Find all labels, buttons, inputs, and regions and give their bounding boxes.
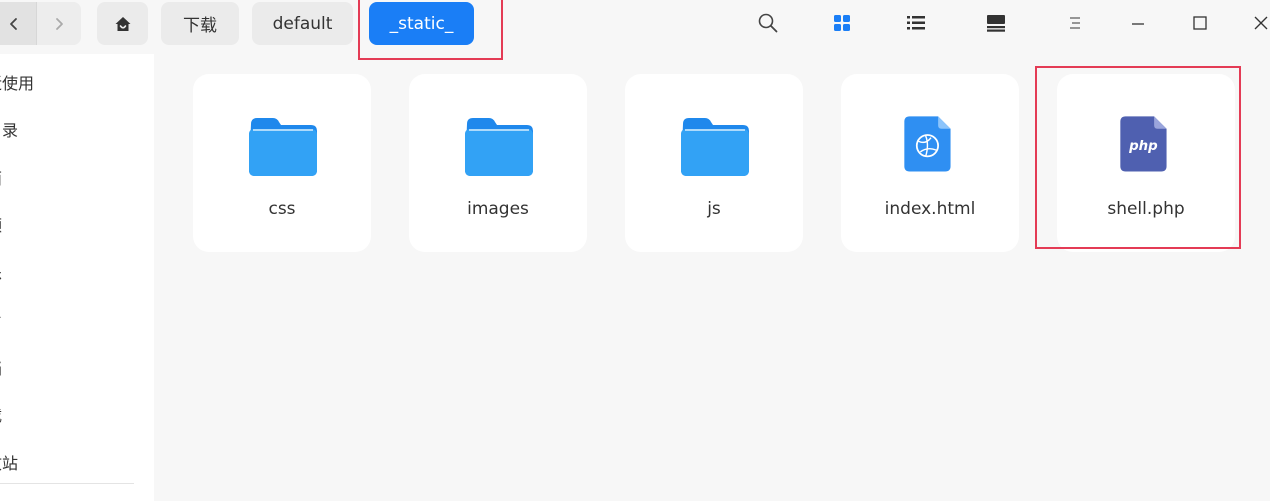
file-name: css (268, 199, 296, 219)
sidebar-item-recent[interactable]: 近使用 (0, 70, 34, 94)
search-button[interactable] (751, 6, 785, 40)
breadcrumb-default[interactable]: default (252, 2, 353, 45)
file-item-js[interactable]: js (625, 74, 803, 252)
sidebar-item-downloads[interactable]: 载 (0, 402, 2, 426)
html-file-icon (904, 116, 951, 172)
file-item-css[interactable]: css (193, 74, 371, 252)
highlight-box-file (1035, 66, 1241, 249)
list-view-icon (907, 16, 925, 30)
close-icon (1254, 16, 1268, 30)
search-icon (758, 13, 778, 33)
menu-icon (1070, 17, 1080, 29)
file-name: js (707, 199, 721, 219)
title-bar: 下载 default _static_ (0, 0, 1270, 60)
sidebar: 近使用 目录 面 频 乐 片 档 载 收站 (0, 54, 154, 501)
highlight-box-breadcrumb (358, 0, 503, 60)
maximize-icon (1193, 16, 1207, 30)
grid-view-icon (834, 15, 850, 31)
sidebar-item-trash[interactable]: 收站 (0, 450, 18, 474)
detail-view-button[interactable] (979, 6, 1013, 40)
breadcrumb-downloads[interactable]: 下载 (161, 2, 239, 45)
folder-icon (681, 118, 749, 176)
file-name: images (467, 199, 529, 219)
file-item-images[interactable]: images (409, 74, 587, 252)
grid-view-button[interactable] (825, 6, 859, 40)
back-button[interactable] (0, 2, 36, 45)
maximize-button[interactable] (1183, 6, 1217, 40)
menu-button[interactable] (1058, 6, 1092, 40)
chevron-right-icon (56, 17, 63, 30)
home-button[interactable] (97, 2, 148, 45)
sidebar-item-videos[interactable]: 频 (0, 212, 2, 236)
detail-view-icon (987, 15, 1005, 32)
folder-icon (465, 118, 533, 176)
sidebar-item-documents[interactable]: 档 (0, 355, 2, 379)
home-icon (115, 16, 130, 31)
sidebar-divider (0, 483, 134, 484)
sidebar-item-pictures[interactable]: 片 (0, 307, 2, 331)
chevron-left-icon (10, 17, 17, 30)
sidebar-item-desktop[interactable]: 面 (0, 165, 2, 189)
minimize-button[interactable] (1121, 6, 1155, 40)
folder-icon (249, 118, 317, 176)
forward-button[interactable] (37, 2, 81, 45)
close-button[interactable] (1244, 6, 1270, 40)
file-item-index-html[interactable]: index.html (841, 74, 1019, 252)
list-view-button[interactable] (899, 6, 933, 40)
navigation-buttons (0, 2, 81, 45)
sidebar-item-music[interactable]: 乐 (0, 260, 2, 284)
file-name: index.html (884, 199, 976, 219)
sidebar-item-home[interactable]: 目录 (0, 117, 18, 141)
minimize-icon (1132, 23, 1144, 25)
